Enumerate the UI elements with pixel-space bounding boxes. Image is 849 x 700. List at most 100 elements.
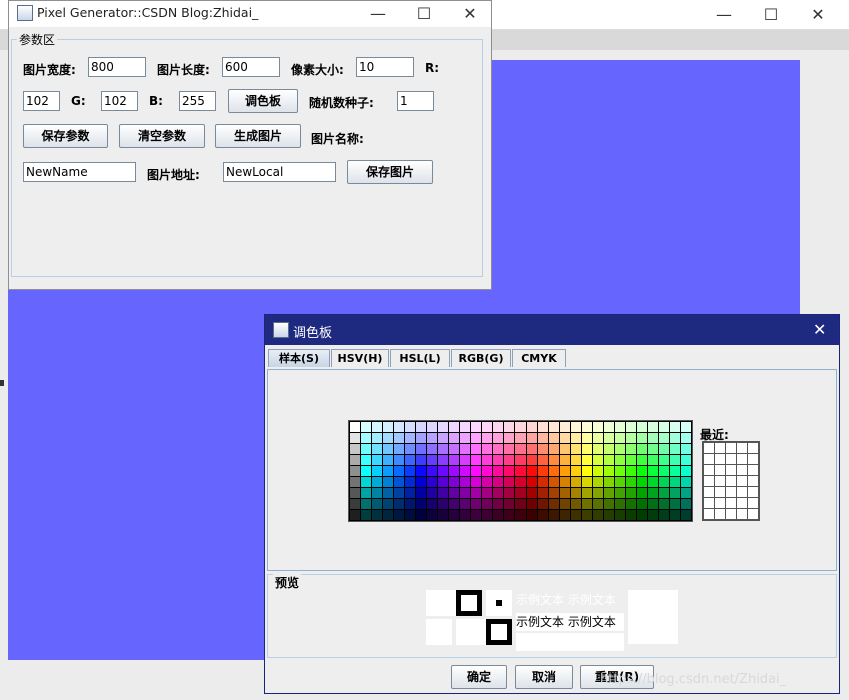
swatch-cell[interactable]: [405, 466, 416, 476]
tab-rgb[interactable]: RGB(G): [451, 349, 511, 367]
swatch-cell[interactable]: [658, 466, 669, 476]
swatch-cell[interactable]: [548, 455, 559, 465]
swatch-cell[interactable]: [383, 433, 394, 443]
swatch-cell[interactable]: [669, 444, 680, 454]
height-field[interactable]: 600: [222, 57, 280, 77]
swatch-cell[interactable]: [361, 422, 372, 432]
swatch-cell[interactable]: [438, 477, 449, 487]
swatch-cell[interactable]: [658, 488, 669, 498]
swatch-cell[interactable]: [625, 477, 636, 487]
swatch-cell[interactable]: [372, 466, 383, 476]
swatch-cell[interactable]: [658, 499, 669, 509]
swatch-cell[interactable]: [394, 433, 405, 443]
swatch-cell[interactable]: [559, 466, 570, 476]
swatch-cell[interactable]: [526, 466, 537, 476]
swatch-cell[interactable]: [383, 499, 394, 509]
g-field[interactable]: 102: [101, 91, 138, 111]
swatch-cell[interactable]: [416, 455, 427, 465]
swatch-cell[interactable]: [581, 499, 592, 509]
swatch-cell[interactable]: [449, 488, 460, 498]
swatch-cell[interactable]: [515, 477, 526, 487]
swatch-cell[interactable]: [680, 499, 691, 509]
swatch-cell[interactable]: [460, 477, 471, 487]
swatch-cell[interactable]: [471, 455, 482, 465]
swatch-cell[interactable]: [372, 477, 383, 487]
swatch-cell[interactable]: [482, 466, 493, 476]
swatch-cell[interactable]: [515, 466, 526, 476]
swatch-cell[interactable]: [372, 488, 383, 498]
swatch-cell[interactable]: [647, 466, 658, 476]
swatch-cell[interactable]: [636, 422, 647, 432]
swatch-cell[interactable]: [394, 444, 405, 454]
swatch-cell[interactable]: [603, 422, 614, 432]
swatch-cell[interactable]: [636, 455, 647, 465]
swatch-cell[interactable]: [482, 477, 493, 487]
swatch-cell[interactable]: [570, 499, 581, 509]
swatch-cell[interactable]: [438, 499, 449, 509]
ok-button[interactable]: 确定: [451, 665, 507, 689]
swatch-cell[interactable]: [570, 510, 581, 520]
swatch-cell[interactable]: [350, 477, 361, 487]
swatch-cell[interactable]: [504, 422, 515, 432]
swatch-cell[interactable]: [504, 510, 515, 520]
swatch-cell[interactable]: [559, 455, 570, 465]
swatch-cell[interactable]: [405, 477, 416, 487]
swatch-cell[interactable]: [361, 455, 372, 465]
swatch-cell[interactable]: [504, 466, 515, 476]
swatch-cell[interactable]: [526, 422, 537, 432]
minimize-button[interactable]: —: [355, 0, 401, 29]
swatch-cell[interactable]: [592, 510, 603, 520]
swatch-cell[interactable]: [515, 422, 526, 432]
swatch-cell[interactable]: [570, 433, 581, 443]
swatch-cell[interactable]: [680, 488, 691, 498]
tab-swatches[interactable]: 样本(S): [268, 349, 330, 367]
swatch-cell[interactable]: [471, 422, 482, 432]
swatch-cell[interactable]: [548, 499, 559, 509]
swatch-cell[interactable]: [603, 488, 614, 498]
swatch-cell[interactable]: [372, 422, 383, 432]
swatch-cell[interactable]: [504, 477, 515, 487]
swatch-cell[interactable]: [416, 499, 427, 509]
swatch-cell[interactable]: [449, 477, 460, 487]
swatch-cell[interactable]: [427, 499, 438, 509]
swatch-cell[interactable]: [548, 422, 559, 432]
recent-swatch-grid[interactable]: [702, 441, 760, 521]
swatch-cell[interactable]: [449, 510, 460, 520]
swatch-cell[interactable]: [614, 499, 625, 509]
save-params-button[interactable]: 保存参数: [23, 124, 108, 148]
swatch-cell[interactable]: [526, 499, 537, 509]
bg-maximize-button[interactable]: ☐: [748, 0, 794, 30]
swatch-cell[interactable]: [438, 444, 449, 454]
swatch-cell[interactable]: [515, 433, 526, 443]
swatch-cell[interactable]: [526, 455, 537, 465]
swatch-cell[interactable]: [647, 433, 658, 443]
swatch-cell[interactable]: [658, 433, 669, 443]
swatch-cell[interactable]: [537, 444, 548, 454]
seed-field[interactable]: 1: [397, 91, 434, 111]
swatch-cell[interactable]: [669, 422, 680, 432]
close-button[interactable]: ✕: [447, 0, 493, 29]
swatch-cell[interactable]: [559, 444, 570, 454]
swatch-cell[interactable]: [647, 444, 658, 454]
swatch-cell[interactable]: [548, 488, 559, 498]
swatch-cell[interactable]: [647, 455, 658, 465]
swatch-cell[interactable]: [548, 510, 559, 520]
swatch-cell[interactable]: [625, 510, 636, 520]
swatch-cell[interactable]: [438, 466, 449, 476]
image-name-field[interactable]: NewName: [23, 162, 136, 182]
swatch-cell[interactable]: [680, 510, 691, 520]
tab-hsl[interactable]: HSL(L): [390, 349, 450, 367]
swatch-cell[interactable]: [361, 477, 372, 487]
swatch-cell[interactable]: [636, 488, 647, 498]
swatch-cell[interactable]: [427, 433, 438, 443]
swatch-cell[interactable]: [350, 488, 361, 498]
swatch-cell[interactable]: [603, 477, 614, 487]
swatch-cell[interactable]: [526, 444, 537, 454]
swatch-cell[interactable]: [372, 455, 383, 465]
swatch-cell[interactable]: [658, 422, 669, 432]
swatch-cell[interactable]: [416, 422, 427, 432]
swatch-cell[interactable]: [570, 422, 581, 432]
swatch-cell[interactable]: [581, 455, 592, 465]
swatch-cell[interactable]: [592, 499, 603, 509]
swatch-cell[interactable]: [372, 433, 383, 443]
